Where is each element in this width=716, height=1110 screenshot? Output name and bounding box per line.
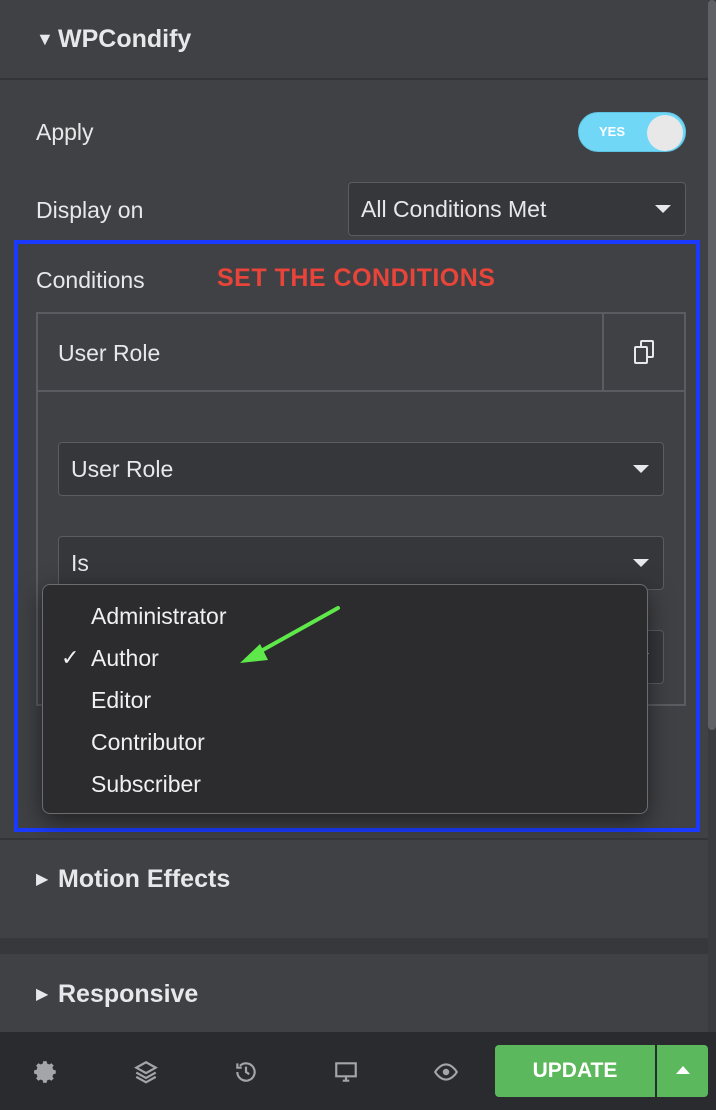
dropdown-option-editor[interactable]: Editor xyxy=(91,687,151,714)
display-on-select[interactable]: All Conditions Met xyxy=(348,182,686,236)
apply-toggle[interactable]: YES xyxy=(578,112,686,152)
footer-toolbar: UPDATE xyxy=(0,1032,716,1110)
toggle-knob xyxy=(647,115,683,151)
history-icon[interactable] xyxy=(233,1059,259,1085)
section-title: WPCondify xyxy=(58,24,192,53)
dropdown-option-contributor[interactable]: Contributor xyxy=(91,729,205,756)
scrollbar[interactable] xyxy=(708,0,716,730)
caret-right-icon: ▶ xyxy=(36,986,49,1003)
display-on-value: All Conditions Met xyxy=(361,195,547,222)
section-title: Motion Effects xyxy=(58,864,231,893)
apply-label: Apply xyxy=(36,119,94,145)
caret-down-icon: ▼ xyxy=(36,28,54,49)
annotation-arrow-icon xyxy=(240,606,340,663)
gear-icon[interactable] xyxy=(33,1059,59,1085)
dropdown-option-author[interactable]: Author xyxy=(91,645,159,672)
dropdown-option-administrator[interactable]: Administrator xyxy=(91,603,226,630)
section-header-wpcondify[interactable]: ▼ WPCondify xyxy=(0,0,708,80)
dropdown-option-subscriber[interactable]: Subscriber xyxy=(91,771,201,798)
display-on-label: Display on xyxy=(36,197,144,223)
checkmark-icon: ✓ xyxy=(61,645,80,670)
section-header-motion-effects[interactable]: ▶ Motion Effects xyxy=(0,838,708,918)
toggle-yes-text: YES xyxy=(599,124,626,139)
desktop-icon[interactable] xyxy=(333,1059,359,1085)
chevron-up-icon xyxy=(676,1066,690,1074)
eye-icon[interactable] xyxy=(433,1059,459,1085)
section-header-responsive[interactable]: ▶ Responsive xyxy=(0,938,708,1034)
caret-right-icon: ▶ xyxy=(36,871,49,888)
layers-icon[interactable] xyxy=(133,1059,159,1085)
chevron-down-icon xyxy=(655,205,671,213)
update-button[interactable]: UPDATE xyxy=(495,1045,655,1097)
update-options-button[interactable] xyxy=(657,1045,708,1097)
section-title: Responsive xyxy=(58,979,199,1008)
